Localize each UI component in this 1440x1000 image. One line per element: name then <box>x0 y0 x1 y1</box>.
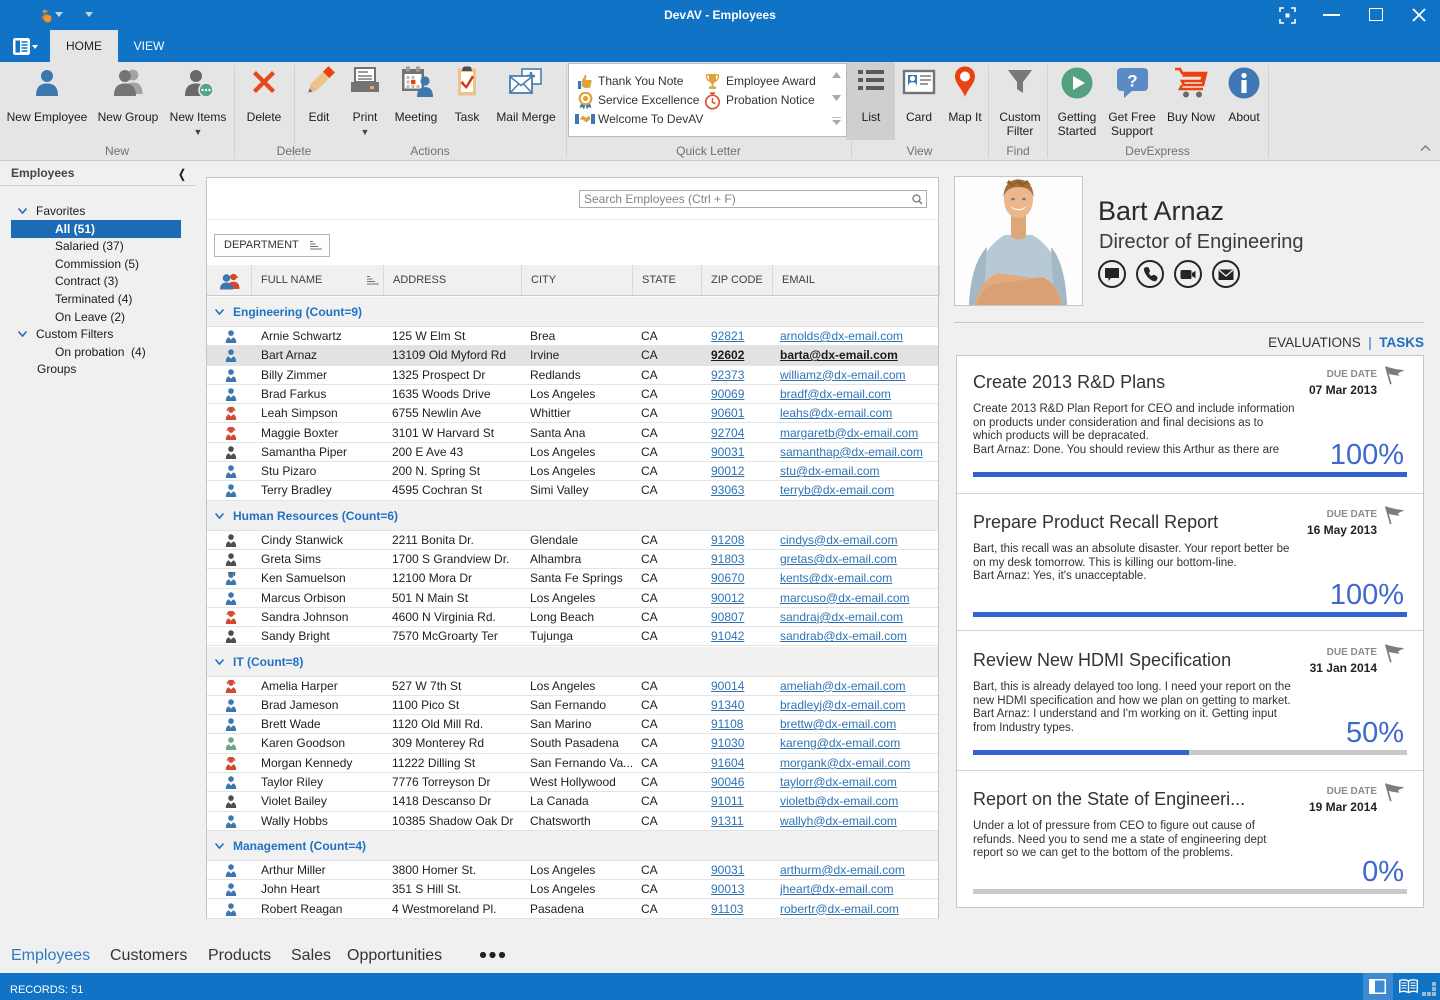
svg-text:?: ? <box>1127 72 1137 91</box>
